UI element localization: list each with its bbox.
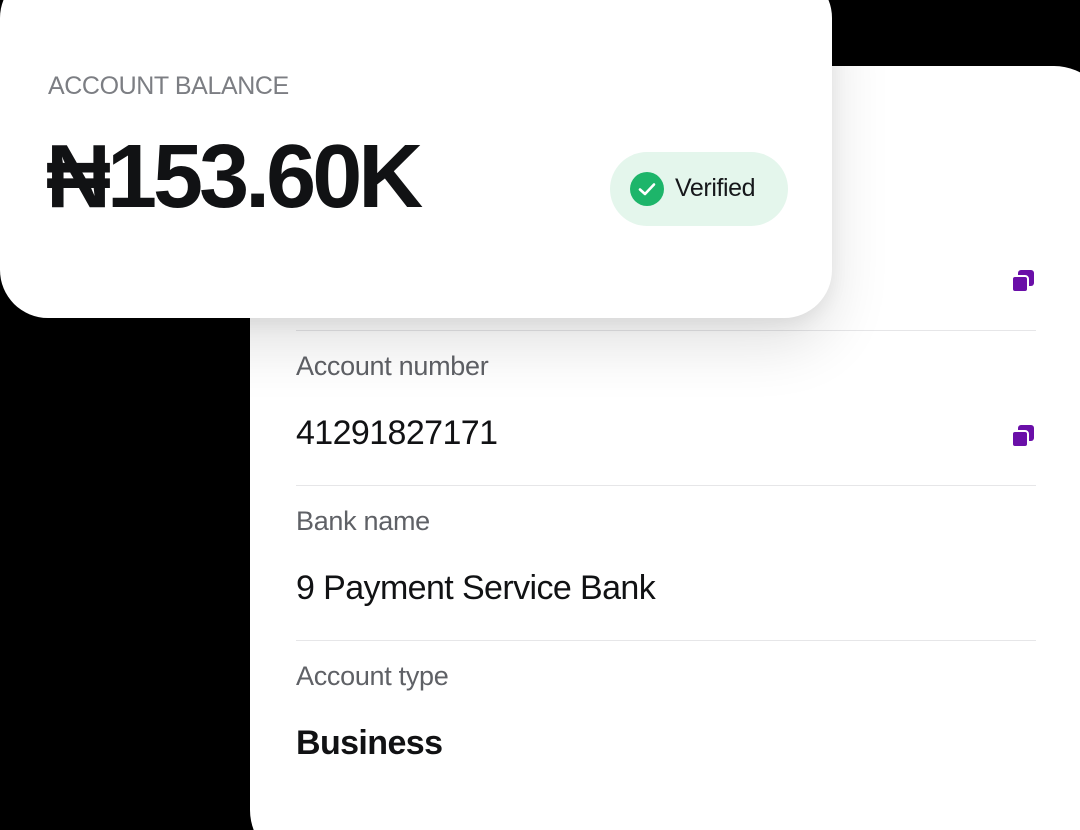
bank-name-label: Bank name [296,506,430,536]
detail-row-account-number: Account number 41291827171 [296,331,1036,486]
balance-amount: ₦153.60K [46,127,423,227]
bank-name-value: 9 Payment Service Bank [296,569,656,607]
detail-row-bank-name: Bank name 9 Payment Service Bank [296,486,1036,641]
copy-account-number-button[interactable] [1010,423,1036,449]
check-circle-icon [630,172,664,206]
screen: Account number 41291827171 Bank name 9 P… [0,0,1080,830]
verified-status-text: Verified [675,174,756,202]
account-number-label: Account number [296,351,489,381]
copy-button[interactable] [1010,268,1036,294]
account-number-value: 41291827171 [296,414,498,452]
balance-card: ACCOUNT BALANCE ₦153.60K Verified [0,0,832,318]
detail-row-account-type: Account type Business [296,641,1036,796]
balance-label: ACCOUNT BALANCE [48,72,289,100]
verified-badge: Verified [610,152,788,226]
copy-icon [1010,268,1036,294]
account-type-label: Account type [296,661,449,691]
copy-icon [1010,423,1036,449]
account-type-value: Business [296,724,443,762]
